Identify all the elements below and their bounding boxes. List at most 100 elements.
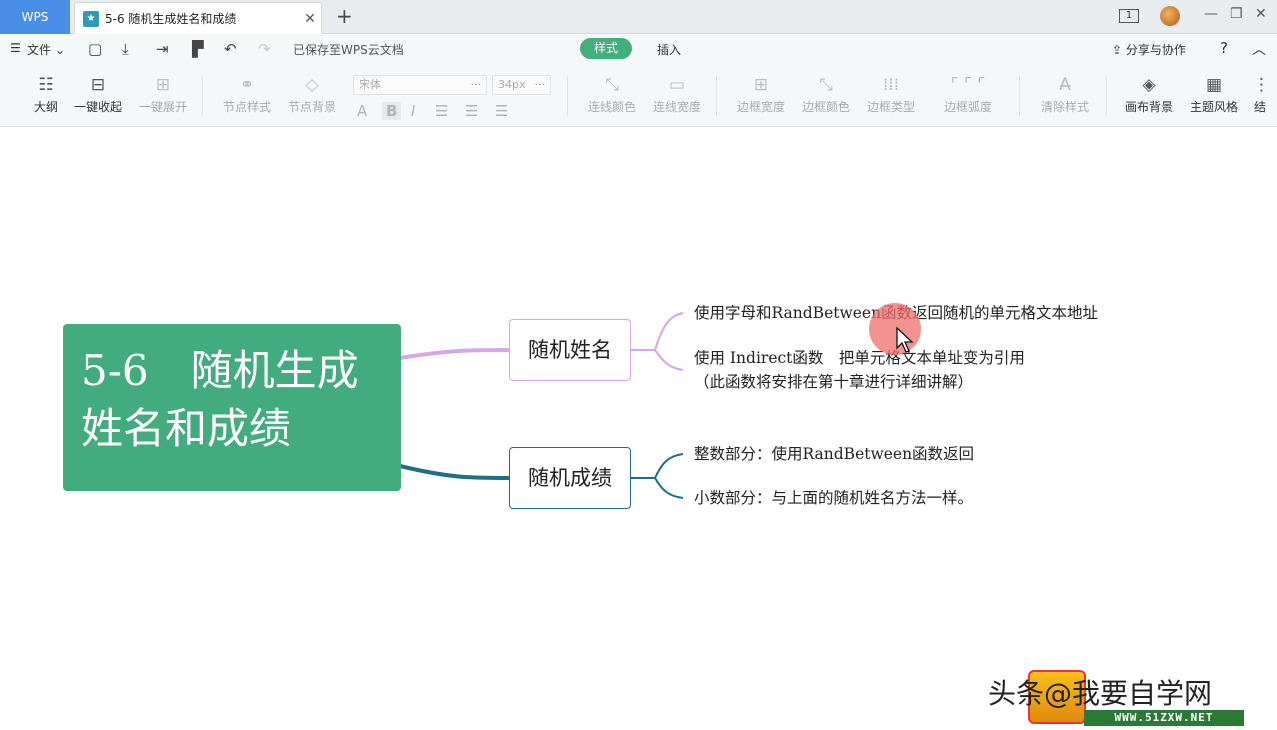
node-style-button[interactable]: ⚭ 节点样式: [221, 72, 273, 115]
node-background-button[interactable]: ◇ 节点背景: [286, 72, 338, 115]
document-tab-title: 5-6 随机生成姓名和成绩: [105, 12, 237, 26]
branch2-leaf2-connector: [654, 477, 684, 499]
watermark: 头条@我要自学网 WWW.51ZXW.NET: [988, 666, 1258, 730]
outline-icon: ☷: [38, 75, 54, 95]
border-type-icon: ⁞⁞⁞: [882, 75, 900, 95]
mindmap-canvas[interactable]: 5-6 随机生成 姓名和成绩 随机姓名 随机成绩 使用字母和RandBetwee…: [0, 128, 1277, 730]
expand-all-button[interactable]: ⊞ 一键展开: [137, 72, 189, 115]
theme-grid-icon: ▦: [1205, 75, 1223, 95]
border-type-label: 边框类型: [866, 100, 915, 114]
mouse-pointer-icon: [896, 326, 914, 353]
align-left-icon[interactable]: ☰: [435, 102, 448, 120]
help-button[interactable]: ?: [1220, 39, 1228, 57]
branch2-leaf1-connector: [654, 453, 684, 479]
border-width-label: 边框宽度: [736, 100, 785, 114]
undo-icon[interactable]: ↶: [224, 40, 237, 58]
border-type-button[interactable]: ⁞⁞⁞ 边框类型: [865, 72, 917, 115]
align-right-icon[interactable]: ☰: [495, 102, 508, 120]
root-node-line2: 姓名和成绩: [81, 404, 292, 453]
divider: [1019, 76, 1020, 116]
window-count-indicator[interactable]: 1: [1119, 9, 1139, 23]
line-color-button[interactable]: ⤡ 连线颜色: [586, 72, 638, 115]
border-radius-button[interactable]: ⌜ ⌜ ⌜ 边框弧度: [936, 72, 1000, 115]
outline-button[interactable]: ☷ 大纲: [30, 72, 62, 115]
format-painter-icon[interactable]: ▛: [192, 40, 204, 58]
border-color-button[interactable]: ⤡ 边框颜色: [800, 72, 852, 115]
canvas-background-button[interactable]: ◈ 画布背景: [1123, 72, 1175, 115]
restore-icon[interactable]: ❐: [1230, 6, 1243, 22]
branch1-leaf2-connector: [654, 349, 684, 371]
close-tab-icon[interactable]: ✕: [299, 11, 321, 27]
file-menu[interactable]: 文件 ⌄: [27, 41, 65, 58]
font-family-select[interactable]: 宋体 ···: [353, 75, 487, 95]
leaf-node[interactable]: 小数部分：与上面的随机姓名方法一样。: [694, 486, 973, 510]
align-center-icon[interactable]: ☰: [465, 102, 478, 120]
save-icon[interactable]: ▢: [88, 40, 102, 58]
border-width-icon: ⊞: [753, 75, 769, 95]
leaf-node[interactable]: 使用 Indirect函数 把单元格文本单址变为引用: [694, 346, 1025, 370]
leaf-node-note[interactable]: （此函数将安排在第十章进行详细讲解）: [694, 370, 973, 394]
node-style-icon: ⚭: [239, 75, 255, 95]
leaf-node[interactable]: 整数部分：使用RandBetween函数返回: [694, 442, 974, 466]
root-node[interactable]: 5-6 随机生成 姓名和成绩: [63, 324, 401, 491]
new-tab-button[interactable]: +: [336, 5, 353, 27]
border-color-label: 边框颜色: [801, 100, 850, 114]
download-icon[interactable]: ⤓: [122, 40, 129, 58]
bold-icon[interactable]: B: [382, 102, 402, 120]
collapse-ribbon-icon[interactable]: ︿: [1252, 39, 1266, 59]
branch-node-random-name[interactable]: 随机姓名: [509, 319, 631, 381]
minimize-icon[interactable]: —: [1204, 6, 1218, 22]
line-width-button[interactable]: ▭ 连线宽度: [651, 72, 703, 115]
line-width-label: 连线宽度: [652, 100, 701, 114]
structure-label: 结: [1253, 100, 1266, 114]
tab-style[interactable]: 样式: [580, 38, 632, 59]
font-family-value: 宋体: [359, 78, 381, 91]
theme-style-button[interactable]: ▦ 主题风格: [1188, 72, 1240, 115]
border-width-button[interactable]: ⊞ 边框宽度: [735, 72, 787, 115]
hamburger-icon[interactable]: ☰: [10, 41, 21, 55]
branch-node-random-score[interactable]: 随机成绩: [509, 447, 631, 509]
avatar[interactable]: [1160, 6, 1180, 26]
document-tab[interactable]: ★ 5-6 随机生成姓名和成绩 ✕: [74, 2, 322, 34]
root-branch2-connector: [399, 464, 510, 480]
font-color-icon[interactable]: A: [357, 102, 367, 120]
collapse-all-button[interactable]: ⊟ 一键收起: [72, 72, 124, 115]
menu-bar: ☰ 文件 ⌄ ▢ ⤓ ⇥ ▛ ↶ ↷ 已保存至WPS云文档 样式 插入 ⇪ 分享…: [0, 34, 1277, 64]
divider: [716, 76, 717, 116]
border-color-icon: ⤡: [819, 75, 833, 95]
outline-label: 大纲: [33, 100, 58, 114]
node-style-label: 节点样式: [222, 100, 271, 114]
ribbon-toolbar: ☷ 大纲 ⊟ 一键收起 ⊞ 一键展开 ⚭ 节点样式 ◇ 节点背景 宋体 ··· 34px ··…: [0, 64, 1277, 190]
font-size-select[interactable]: 34px ···: [492, 75, 551, 95]
share-label: 分享与协作: [1125, 43, 1186, 57]
line-width-icon: ▭: [668, 75, 686, 95]
font-size-value: 34px: [498, 78, 526, 91]
theme-style-label: 主题风格: [1189, 100, 1238, 114]
expand-icon: ⊞: [155, 75, 171, 95]
clear-format-icon: A̶: [1059, 75, 1071, 95]
corner-radius-icon: ⌜ ⌜ ⌜: [950, 75, 986, 95]
root-branch1-connector: [399, 348, 510, 360]
line-color-label: 连线颜色: [587, 100, 636, 114]
export-icon[interactable]: ⇥: [156, 40, 169, 58]
watermark-url: WWW.51ZXW.NET: [1084, 710, 1244, 726]
mindmap-icon: ★: [83, 10, 99, 27]
node-background-label: 节点背景: [287, 100, 336, 114]
border-radius-label: 边框弧度: [943, 100, 992, 114]
close-window-icon[interactable]: ✕: [1255, 6, 1267, 22]
clear-style-button[interactable]: A̶ 清除样式: [1039, 72, 1091, 115]
fill-bucket-icon: ◇: [305, 75, 319, 95]
italic-icon[interactable]: I: [411, 102, 415, 120]
branch1-leaf1-connector: [654, 312, 684, 351]
share-icon: ⇪: [1112, 43, 1123, 57]
file-menu-label: 文件: [27, 43, 52, 57]
wps-home-tab[interactable]: WPS: [0, 0, 70, 34]
structure-button[interactable]: ⋮ 结: [1253, 72, 1267, 115]
watermark-text: 头条@我要自学网: [988, 677, 1213, 710]
expand-all-label: 一键展开: [138, 100, 187, 114]
canvas-background-label: 画布背景: [1124, 100, 1173, 114]
save-status: 已保存至WPS云文档: [293, 43, 404, 57]
tab-insert[interactable]: 插入: [657, 41, 681, 58]
redo-icon[interactable]: ↷: [258, 40, 271, 58]
share-button[interactable]: ⇪ 分享与协作: [1112, 41, 1186, 58]
